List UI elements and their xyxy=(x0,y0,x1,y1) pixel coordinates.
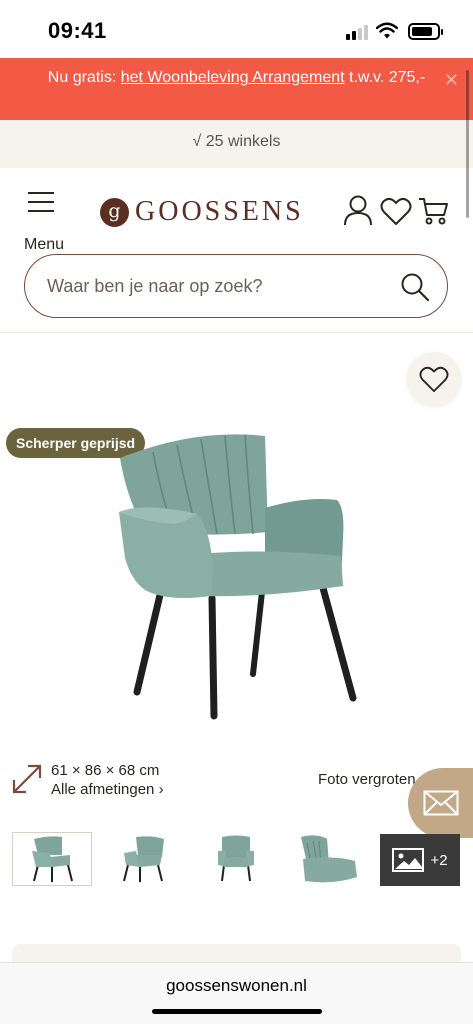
thumbnail-2[interactable] xyxy=(104,832,184,886)
logo-mark: g xyxy=(100,197,129,227)
heart-icon[interactable] xyxy=(380,196,412,226)
close-icon[interactable]: ✕ xyxy=(444,70,459,90)
logo[interactable]: g GOOSSENS xyxy=(100,196,304,228)
search-bar xyxy=(24,254,448,318)
menu-label: Menu xyxy=(24,236,65,253)
promo-link[interactable]: het Woonbeleving Arrangement xyxy=(121,69,345,86)
search-input[interactable] xyxy=(47,271,387,301)
dimensions-value: 61 × 86 × 68 cm xyxy=(51,762,160,779)
resize-arrows-icon xyxy=(12,764,42,794)
dimensions-info[interactable]: 61 × 86 × 68 cm Alle afmetingen › xyxy=(10,760,210,800)
status-time: 09:41 xyxy=(48,18,107,43)
promo-banner: Nu gratis: het Woonbeleving Arrangement … xyxy=(0,58,473,120)
battery-icon xyxy=(408,23,443,40)
account-icon[interactable] xyxy=(343,194,373,226)
search-icon[interactable] xyxy=(399,271,431,303)
newsletter-button[interactable] xyxy=(408,768,473,838)
thumbnail-1[interactable] xyxy=(12,832,92,886)
promo-suffix: t.w.v. 275,- xyxy=(344,69,426,86)
thumbnail-chair-image xyxy=(218,835,254,882)
cart-icon[interactable] xyxy=(418,196,450,226)
heart-icon xyxy=(419,366,449,393)
more-photos-button[interactable]: +2 xyxy=(380,834,460,886)
home-indicator xyxy=(152,1009,322,1014)
stores-bar[interactable]: √ 25 winkels xyxy=(0,120,473,168)
thumbnail-chair-image xyxy=(301,835,357,883)
menu-button[interactable]: Menu xyxy=(24,190,68,253)
thumbnail-3[interactable] xyxy=(196,832,276,886)
more-photos-count: +2 xyxy=(430,851,448,869)
status-bar: 09:41 xyxy=(0,0,473,58)
product-image-chair[interactable] xyxy=(105,430,365,722)
logo-text: GOOSSENS xyxy=(135,196,304,227)
browser-url-bar[interactable]: goossenswonen.nl xyxy=(0,962,473,1024)
promo-prefix: Nu gratis: xyxy=(47,69,121,86)
mail-icon xyxy=(423,790,459,816)
all-dimensions-link[interactable]: Alle afmetingen › xyxy=(51,781,164,798)
site-header: Menu g GOOSSENS xyxy=(0,168,473,333)
scroll-indicator xyxy=(466,70,469,218)
thumbnail-chair-image xyxy=(123,836,164,882)
url-text: goossenswonen.nl xyxy=(166,976,307,995)
photo-zoom-link[interactable]: Foto vergroten xyxy=(318,771,416,788)
favorite-button[interactable] xyxy=(407,352,461,406)
thumbnail-4[interactable] xyxy=(288,832,368,886)
image-icon xyxy=(392,848,425,872)
thumbnail-strip: +2 xyxy=(12,832,473,888)
signal-icon xyxy=(346,24,370,40)
thumbnail-chair-image xyxy=(32,836,73,882)
wifi-icon xyxy=(376,22,398,39)
